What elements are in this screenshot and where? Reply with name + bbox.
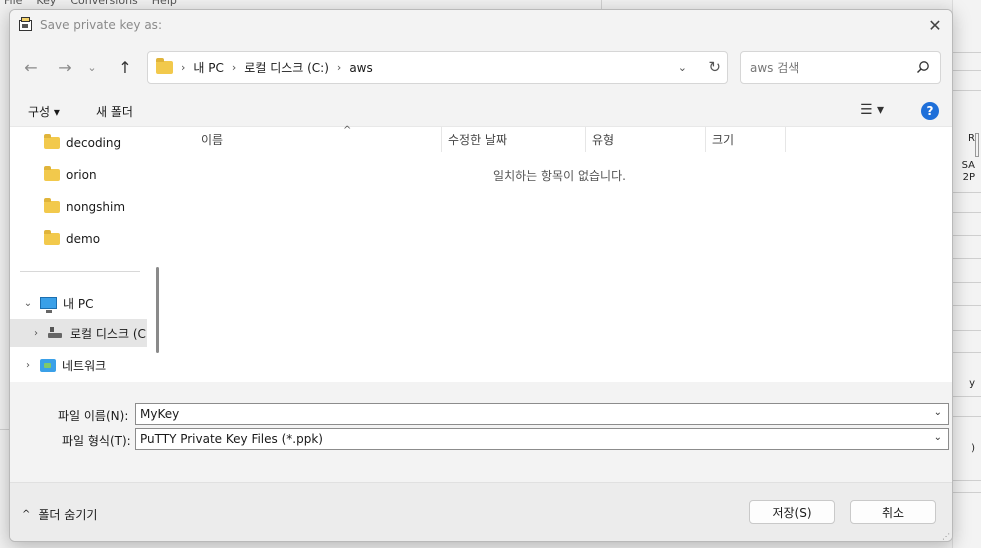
sort-ascending-icon: ^ — [343, 125, 352, 136]
filetype-value: PuTTY Private Key Files (*.ppk) — [140, 432, 323, 446]
menu-key[interactable]: Key — [36, 0, 56, 8]
computer-icon — [40, 297, 57, 313]
recent-locations-chevron-icon[interactable]: ⌄ — [82, 52, 102, 82]
filetype-select[interactable]: PuTTY Private Key Files (*.ppk) ⌄ — [135, 428, 949, 450]
column-header-date[interactable]: 수정한 날짜 — [442, 127, 586, 152]
chevron-right-icon[interactable]: › — [20, 360, 36, 371]
bg-fragment: y — [969, 378, 975, 389]
folder-icon — [44, 166, 60, 181]
menu-file[interactable]: File — [4, 0, 22, 8]
new-folder-button[interactable]: 새 폴더 — [96, 103, 133, 120]
sidebar-item-decoding[interactable]: decoding — [10, 129, 158, 157]
search-icon[interactable] — [916, 60, 930, 74]
search-placeholder: aws 검색 — [750, 61, 800, 75]
search-input[interactable]: aws 검색 — [740, 51, 941, 84]
background-window-edge: R SA 2P y ) — [952, 0, 981, 548]
resize-grip-icon[interactable]: ⋰ — [942, 532, 950, 541]
chevron-right-icon[interactable]: › — [181, 61, 185, 74]
filename-field[interactable]: MyKey ⌄ — [135, 403, 949, 425]
bg-fragment: ) — [971, 443, 975, 454]
sidebar-item-label: 로컬 디스크 (C — [70, 326, 146, 341]
folder-icon — [156, 58, 173, 74]
column-header-label: 이름 — [201, 133, 224, 147]
drive-icon — [48, 327, 62, 339]
sidebar-item-label: nongshim — [66, 200, 126, 214]
file-list: 이름 ^ 수정한 날짜 유형 크기 일치하는 항목이 없습니다. — [167, 125, 952, 383]
column-header-label: 수정한 날짜 — [448, 133, 508, 147]
dialog-titlebar[interactable]: Save private key as: ✕ — [10, 10, 952, 40]
filetype-label: 파일 형식(T): — [62, 434, 131, 448]
command-bar: 구성 ▾ 새 폴더 ☰ ▾ ? — [10, 96, 952, 126]
chevron-down-icon[interactable]: ⌄ — [934, 407, 942, 418]
breadcrumb-this-pc[interactable]: 내 PC — [193, 59, 223, 76]
folder-icon — [44, 230, 60, 245]
sidebar-item-label: decoding — [66, 136, 122, 150]
navigation-bar: ← → ⌄ ↑ › 내 PC › 로컬 디스크 (C:) › aws ⌄ ↻ a… — [10, 40, 952, 96]
address-dropdown-chevron-icon[interactable]: ⌄ — [678, 61, 687, 74]
sidebar-scrollbar[interactable] — [156, 267, 159, 353]
folder-icon — [44, 134, 60, 149]
close-icon[interactable]: ✕ — [924, 14, 946, 36]
bg-fragment: R — [968, 133, 975, 144]
column-header-label: 크기 — [712, 133, 735, 147]
filename-label: 파일 이름(N): — [58, 409, 129, 423]
refresh-icon[interactable]: ↻ — [708, 58, 721, 76]
chevron-down-icon[interactable]: ⌄ — [20, 298, 36, 309]
sidebar-item-local-disk[interactable]: › 로컬 디스크 (C — [10, 319, 147, 347]
save-button[interactable]: 저장(S) — [749, 500, 835, 524]
view-options-icon[interactable]: ☰ ▾ — [860, 102, 884, 118]
help-icon[interactable]: ? — [921, 102, 939, 120]
cancel-button[interactable]: 취소 — [850, 500, 936, 524]
empty-folder-message: 일치하는 항목이 없습니다. — [493, 169, 626, 183]
sidebar-item-orion[interactable]: orion — [10, 161, 158, 189]
network-icon — [40, 358, 56, 372]
folder-icon — [44, 198, 60, 213]
save-dialog: Save private key as: ✕ ← → ⌄ ↑ › 내 PC › … — [9, 9, 953, 542]
back-arrow-icon[interactable]: ← — [16, 52, 46, 82]
breadcrumb-local-disk[interactable]: 로컬 디스크 (C:) — [244, 59, 329, 76]
column-header-type[interactable]: 유형 — [586, 127, 706, 152]
chevron-down-icon[interactable]: ⌄ — [934, 432, 942, 443]
puttygen-icon — [18, 17, 34, 33]
sidebar-item-nongshim[interactable]: nongshim — [10, 193, 158, 221]
bg-fragment: SA — [961, 160, 975, 171]
browser-area: decoding orion nongshim demo ⌄ 내 PC › 로컬… — [10, 125, 952, 383]
hide-folders-toggle[interactable]: ^ 폴더 숨기기 — [22, 506, 97, 523]
sidebar-item-this-pc[interactable]: ⌄ 내 PC — [10, 289, 158, 317]
background-menubar: File Key Conversions Help — [0, 0, 177, 8]
sidebar-divider — [20, 271, 140, 272]
up-arrow-icon[interactable]: ↑ — [110, 52, 140, 82]
chevron-right-icon[interactable]: › — [337, 61, 341, 74]
chevron-right-icon[interactable]: › — [232, 61, 236, 74]
navigation-pane: decoding orion nongshim demo ⌄ 내 PC › 로컬… — [10, 127, 159, 383]
sidebar-item-network[interactable]: › 네트워크 — [10, 351, 158, 379]
sidebar-item-label: demo — [66, 232, 101, 246]
bg-fragment: 2P — [962, 172, 975, 183]
organize-menu[interactable]: 구성 ▾ — [28, 103, 60, 120]
filename-value: MyKey — [140, 407, 180, 421]
hide-folders-label: 폴더 숨기기 — [38, 508, 98, 522]
column-header-size[interactable]: 크기 — [706, 127, 786, 152]
breadcrumb-aws[interactable]: aws — [349, 61, 372, 75]
sidebar-item-label: 내 PC — [63, 296, 94, 311]
sidebar-item-label: 네트워크 — [62, 358, 107, 373]
menu-conversions[interactable]: Conversions — [70, 0, 137, 8]
dialog-title: Save private key as: — [40, 18, 162, 32]
forward-arrow-icon[interactable]: → — [50, 52, 80, 82]
menu-help[interactable]: Help — [152, 0, 177, 8]
dialog-footer: ^ 폴더 숨기기 저장(S) 취소 ⋰ — [10, 482, 952, 541]
save-form: 파일 이름(N): MyKey ⌄ 파일 형식(T): PuTTY Privat… — [10, 382, 952, 482]
sidebar-item-label: orion — [66, 168, 97, 182]
chevron-right-icon[interactable]: › — [28, 328, 44, 339]
column-header-label: 유형 — [592, 133, 615, 147]
chevron-up-icon: ^ — [22, 509, 31, 520]
address-bar[interactable]: › 내 PC › 로컬 디스크 (C:) › aws ⌄ ↻ — [147, 51, 728, 84]
sidebar-item-demo[interactable]: demo — [10, 225, 158, 253]
column-header-name[interactable]: 이름 ^ — [195, 125, 442, 152]
